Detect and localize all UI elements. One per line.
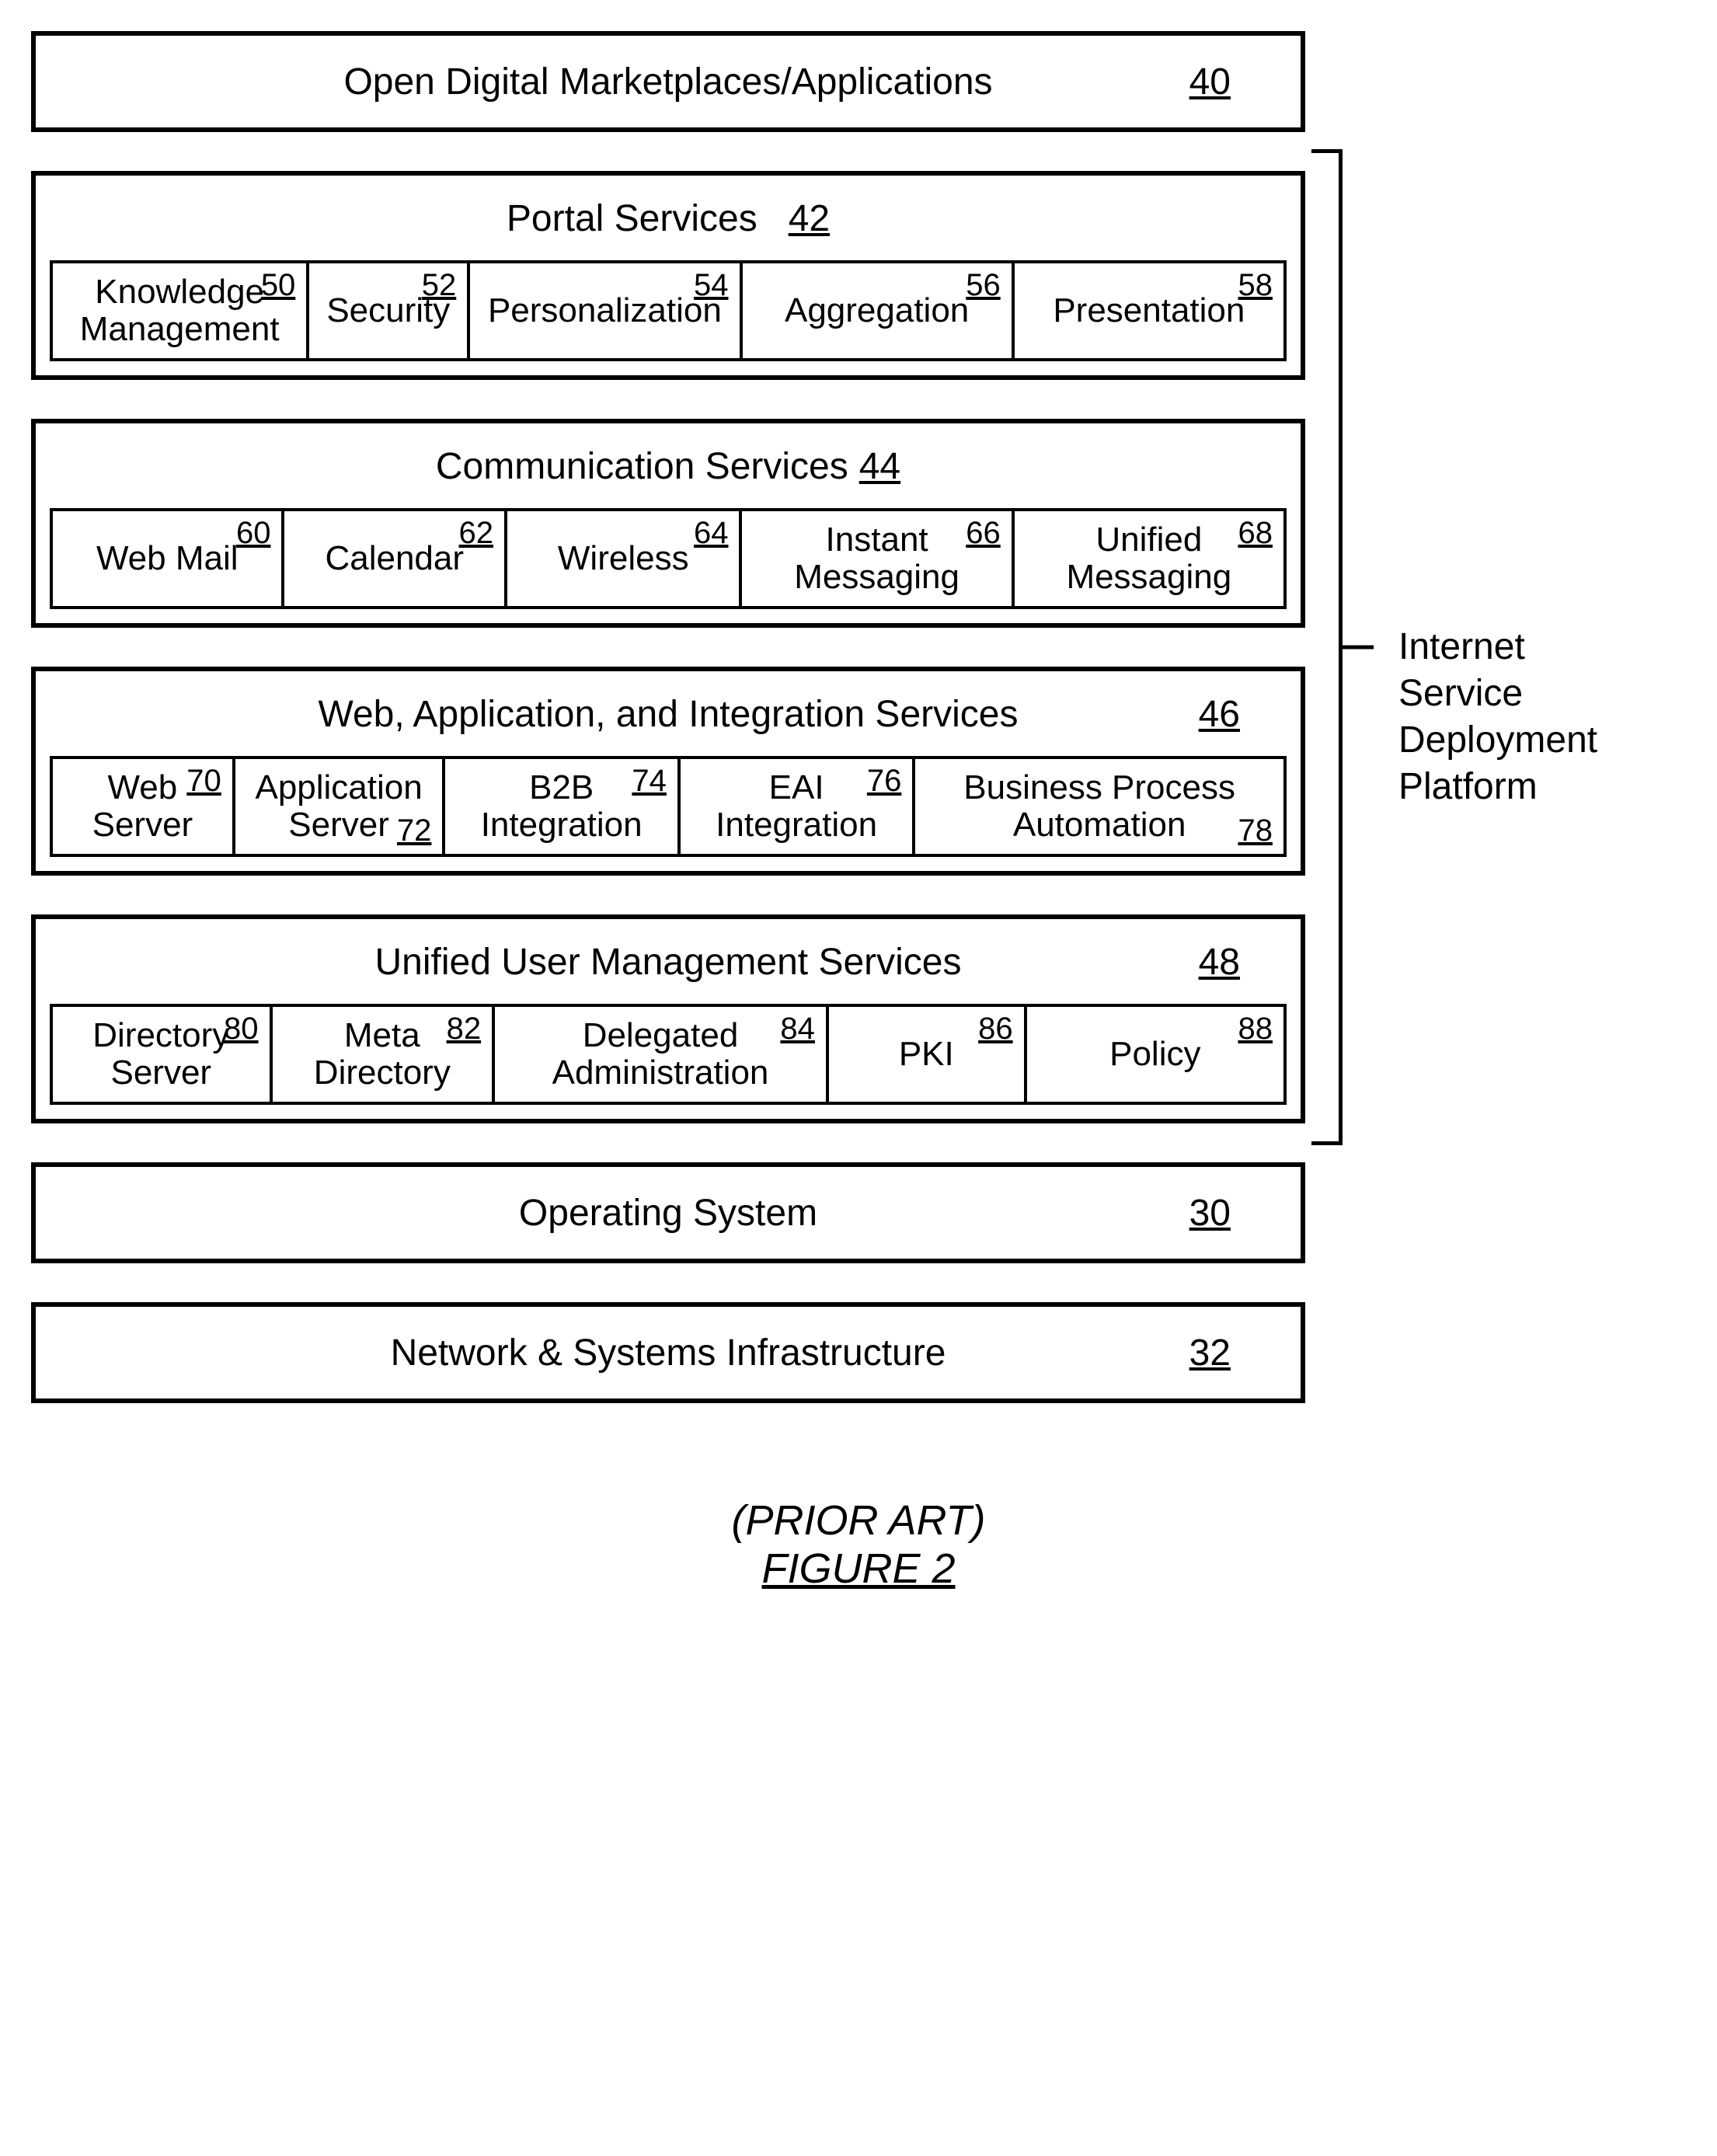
cell-ref: 84 <box>780 1012 815 1046</box>
cell-label: Instant Messaging <box>794 521 960 597</box>
portal-header: Portal Services 42 <box>50 190 1287 249</box>
uum-cells: Directory Server 80 Meta Directory 82 De… <box>50 1004 1287 1105</box>
cell-app-server: Application Server 72 <box>235 756 446 857</box>
cell-label: Wireless <box>558 540 689 577</box>
cell-unified-messaging: Unified Messaging 68 <box>1015 508 1287 609</box>
cell-aggregation: Aggregation 56 <box>743 260 1015 361</box>
cell-ref: 56 <box>966 268 1001 302</box>
cell-knowledge: Knowledge Management 50 <box>50 260 309 361</box>
cell-directory-server: Directory Server 80 <box>50 1004 273 1105</box>
cell-label: Aggregation <box>785 292 969 329</box>
cell-pki: PKI 86 <box>829 1004 1027 1105</box>
cell-ref: 76 <box>867 764 902 798</box>
figure-caption: (PRIOR ART) FIGURE 2 <box>31 1496 1686 1593</box>
cell-wireless: Wireless 64 <box>507 508 742 609</box>
bracket-bottom <box>1311 1141 1343 1145</box>
cell-label: EAI Integration <box>716 769 877 845</box>
caption-figure-number: FIGURE 2 <box>31 1545 1686 1593</box>
cell-label: Delegated Administration <box>552 1017 769 1092</box>
web-services-box: Web, Application, and Integration Servic… <box>31 667 1305 876</box>
cell-ref: 74 <box>632 764 667 798</box>
cell-ref: 68 <box>1238 516 1273 550</box>
uum-header: Unified User Management Services 48 <box>50 933 1287 993</box>
cell-label: PKI <box>899 1036 954 1073</box>
cell-ref: 64 <box>694 516 729 550</box>
cell-ref: 82 <box>447 1012 482 1046</box>
cell-policy: Policy 88 <box>1027 1004 1287 1105</box>
cell-label: Directory Server <box>92 1017 229 1092</box>
comm-services-box: Communication Services 44 Web Mail 60 Ca… <box>31 419 1305 628</box>
cell-ref: 60 <box>236 516 271 550</box>
top-box-ref: 40 <box>1189 61 1231 103</box>
cell-bpa: Business Process Automation 78 <box>915 756 1287 857</box>
uum-ref: 48 <box>1199 941 1240 984</box>
cell-label: B2B Integration <box>481 769 643 845</box>
cell-calendar: Calendar 62 <box>284 508 507 609</box>
cell-ref: 88 <box>1238 1012 1273 1046</box>
cell-ref: 66 <box>966 516 1001 550</box>
platform-label: Internet Service Deployment Platform <box>1398 624 1597 810</box>
platform-group: Portal Services 42 Knowledge Management … <box>31 171 1305 1123</box>
top-box-label: Open Digital Marketplaces/Applications <box>343 61 992 103</box>
bracket-tick <box>1343 646 1374 650</box>
portal-cells: Knowledge Management 50 Security 52 Pers… <box>50 260 1287 361</box>
web-ref: 46 <box>1199 693 1240 736</box>
web-header: Web, Application, and Integration Servic… <box>50 685 1287 745</box>
cell-security: Security 52 <box>309 260 470 361</box>
cell-ref: 86 <box>978 1012 1013 1046</box>
cell-instant-messaging: Instant Messaging 66 <box>742 508 1014 609</box>
os-ref: 30 <box>1189 1192 1231 1235</box>
cell-label: Personalization <box>488 292 722 329</box>
portal-ref: 42 <box>789 197 830 240</box>
cell-meta-directory: Meta Directory 82 <box>273 1004 496 1105</box>
portal-services-box: Portal Services 42 Knowledge Management … <box>31 171 1305 380</box>
infra-label: Network & Systems Infrastructure <box>391 1332 946 1374</box>
cell-presentation: Presentation 58 <box>1015 260 1287 361</box>
bracket-top <box>1311 149 1343 153</box>
cell-label: Presentation <box>1053 292 1245 329</box>
cell-label: Web Server <box>92 769 193 845</box>
web-title: Web, Application, and Integration Servic… <box>319 693 1019 736</box>
comm-header: Communication Services 44 <box>50 437 1287 497</box>
comm-title: Communication Services <box>436 445 848 488</box>
cell-ref: 72 <box>397 813 432 848</box>
infra-ref: 32 <box>1189 1332 1231 1374</box>
comm-ref: 44 <box>859 445 900 488</box>
cell-ref: 52 <box>422 268 457 302</box>
cell-ref: 70 <box>186 764 221 798</box>
infra-box: Network & Systems Infrastructure 32 <box>31 1302 1305 1403</box>
os-label: Operating System <box>519 1192 817 1235</box>
cell-b2b: B2B Integration 74 <box>445 756 680 857</box>
cell-ref: 80 <box>224 1012 259 1046</box>
cell-label: Business Process Automation <box>963 769 1235 845</box>
web-cells: Web Server 70 Application Server 72 B2B … <box>50 756 1287 857</box>
cell-delegated-admin: Delegated Administration 84 <box>495 1004 829 1105</box>
cell-web-server: Web Server 70 <box>50 756 235 857</box>
cell-ref: 58 <box>1238 268 1273 302</box>
cell-webmail: Web Mail 60 <box>50 508 284 609</box>
cell-ref: 54 <box>694 268 729 302</box>
top-box: Open Digital Marketplaces/Applications 4… <box>31 31 1305 132</box>
cell-label: Meta Directory <box>314 1017 451 1092</box>
cell-label: Web Mail <box>96 540 239 577</box>
cell-eai: EAI Integration 76 <box>681 756 915 857</box>
cell-label: Calendar <box>325 540 464 577</box>
os-box: Operating System 30 <box>31 1162 1305 1263</box>
uum-title: Unified User Management Services <box>375 941 962 984</box>
cell-ref: 50 <box>261 268 296 302</box>
caption-prior-art: (PRIOR ART) <box>731 1497 985 1544</box>
cell-ref: 62 <box>459 516 494 550</box>
portal-title: Portal Services <box>507 197 758 240</box>
cell-label: Unified Messaging <box>1066 521 1231 597</box>
cell-personalization: Personalization 54 <box>470 260 742 361</box>
cell-label: Policy <box>1109 1036 1200 1073</box>
uum-services-box: Unified User Management Services 48 Dire… <box>31 914 1305 1123</box>
cell-ref: 78 <box>1238 813 1273 848</box>
comm-cells: Web Mail 60 Calendar 62 Wireless 64 Inst… <box>50 508 1287 609</box>
cell-label: Knowledge Management <box>80 273 280 349</box>
